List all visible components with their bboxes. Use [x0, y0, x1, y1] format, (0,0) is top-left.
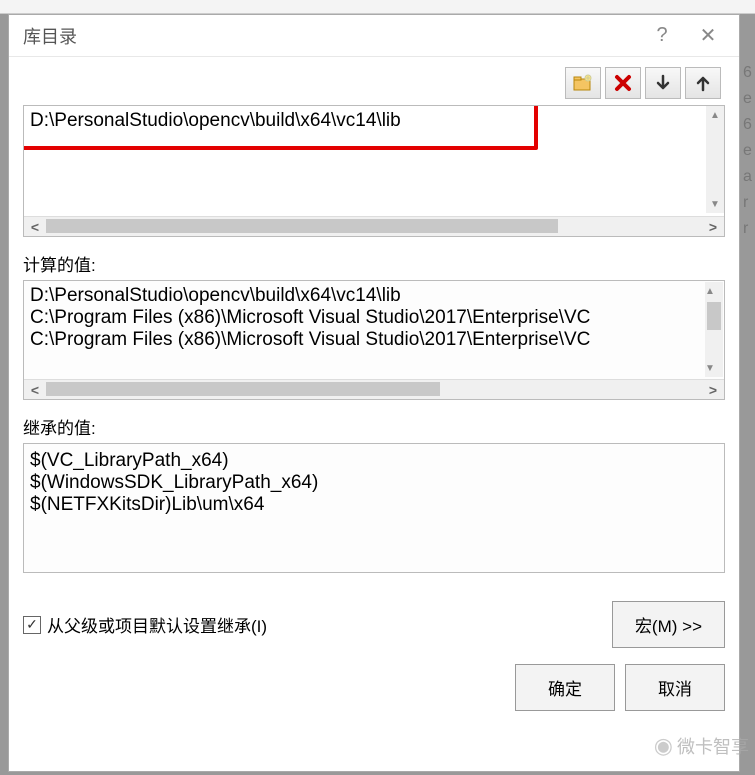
user-entries-wrap: D:\PersonalStudio\opencv\build\x64\vc14\… [23, 105, 725, 237]
new-line-button[interactable] [565, 67, 601, 99]
list-item: $(WindowsSDK_LibraryPath_x64) [30, 472, 718, 494]
hscroll-track[interactable] [46, 380, 702, 399]
cropped-right-text: 6 e 6 e a r r [743, 60, 755, 260]
hscroll-thumb[interactable] [46, 382, 440, 396]
dialog-title: 库目录 [23, 23, 639, 49]
computed-label: 计算的值: [23, 251, 725, 276]
scroll-left-icon[interactable]: < [24, 219, 46, 235]
scroll-up-icon[interactable]: ▲ [705, 282, 715, 300]
user-entries-inner[interactable]: D:\PersonalStudio\opencv\build\x64\vc14\… [24, 106, 724, 216]
hscroll-thumb[interactable] [46, 219, 558, 233]
folder-new-icon [573, 74, 593, 92]
list-toolbar [23, 67, 725, 99]
scroll-right-icon[interactable]: > [702, 382, 724, 398]
scroll-left-icon[interactable]: < [24, 382, 46, 398]
library-dirs-dialog: 库目录 ? ✕ [8, 14, 740, 772]
hscroll-track[interactable] [46, 217, 702, 236]
arrow-up-icon [695, 74, 711, 92]
dialog-buttons: 确定 取消 [23, 664, 725, 711]
delete-icon [614, 74, 632, 92]
ok-button[interactable]: 确定 [515, 664, 615, 711]
vscroll-thumb[interactable] [707, 302, 721, 330]
close-button[interactable]: ✕ [685, 15, 731, 56]
move-up-button[interactable] [685, 67, 721, 99]
computed-hscroll[interactable]: < > [24, 379, 724, 399]
list-item: $(VC_LibraryPath_x64) [30, 450, 718, 472]
inherit-checkbox-label[interactable]: ✓ 从父级或项目默认设置继承(I) [23, 612, 602, 637]
scroll-down-icon[interactable]: ▼ [706, 195, 724, 213]
scroll-up-icon[interactable]: ▲ [706, 106, 724, 124]
list-item: $(NETFXKitsDir)Lib\um\x64 [30, 494, 718, 516]
computed-vscroll[interactable]: ▲ ▼ [705, 282, 723, 377]
check-icon: ✓ [26, 616, 38, 633]
delete-line-button[interactable] [605, 67, 641, 99]
cancel-button[interactable]: 取消 [625, 664, 725, 711]
inherit-checkbox[interactable]: ✓ [23, 616, 41, 634]
inherited-values-list: $(VC_LibraryPath_x64) $(WindowsSDK_Libra… [23, 443, 725, 573]
inherit-checkbox-text: 从父级或项目默认设置继承(I) [47, 612, 267, 637]
scroll-right-icon[interactable]: > [702, 219, 724, 235]
arrow-down-icon [655, 74, 671, 92]
options-row: ✓ 从父级或项目默认设置继承(I) 宏(M) >> [23, 601, 725, 648]
list-item: C:\Program Files (x86)\Microsoft Visual … [30, 329, 704, 351]
inherited-label: 继承的值: [23, 414, 725, 439]
dialog-titlebar: 库目录 ? ✕ [9, 15, 739, 57]
scroll-down-icon[interactable]: ▼ [705, 359, 715, 377]
macros-button[interactable]: 宏(M) >> [612, 601, 725, 648]
user-entries-hscroll[interactable]: < > [24, 216, 724, 236]
user-entries-vscroll[interactable]: ▲ ▼ [706, 106, 724, 213]
help-button[interactable]: ? [639, 15, 685, 56]
user-entries-list[interactable]: D:\PersonalStudio\opencv\build\x64\vc14\… [23, 105, 725, 237]
list-item[interactable]: D:\PersonalStudio\opencv\build\x64\vc14\… [30, 110, 704, 132]
computed-inner: D:\PersonalStudio\opencv\build\x64\vc14\… [24, 281, 724, 379]
list-item: D:\PersonalStudio\opencv\build\x64\vc14\… [30, 285, 704, 307]
list-item: C:\Program Files (x86)\Microsoft Visual … [30, 307, 704, 329]
computed-values-list: D:\PersonalStudio\opencv\build\x64\vc14\… [23, 280, 725, 400]
move-down-button[interactable] [645, 67, 681, 99]
background-tabbar [0, 0, 755, 14]
dialog-content: D:\PersonalStudio\opencv\build\x64\vc14\… [9, 57, 739, 771]
